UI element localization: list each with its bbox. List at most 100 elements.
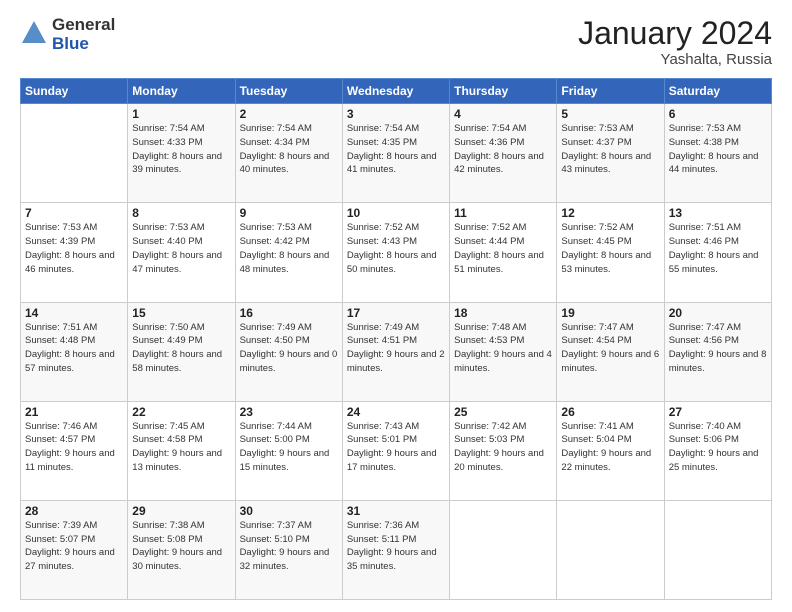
day-number: 26 (561, 405, 659, 419)
day-number: 15 (132, 306, 230, 320)
day-number: 1 (132, 107, 230, 121)
calendar-table: SundayMondayTuesdayWednesdayThursdayFrid… (20, 78, 772, 600)
day-cell: 7Sunrise: 7:53 AMSunset: 4:39 PMDaylight… (21, 203, 128, 302)
day-number: 27 (669, 405, 767, 419)
day-info: Sunrise: 7:54 AMSunset: 4:33 PMDaylight:… (132, 122, 230, 177)
week-row-3: 21Sunrise: 7:46 AMSunset: 4:57 PMDayligh… (21, 401, 772, 500)
weekday-header-saturday: Saturday (664, 79, 771, 104)
day-cell: 14Sunrise: 7:51 AMSunset: 4:48 PMDayligh… (21, 302, 128, 401)
day-cell: 10Sunrise: 7:52 AMSunset: 4:43 PMDayligh… (342, 203, 449, 302)
day-info: Sunrise: 7:50 AMSunset: 4:49 PMDaylight:… (132, 321, 230, 376)
week-row-0: 1Sunrise: 7:54 AMSunset: 4:33 PMDaylight… (21, 104, 772, 203)
day-info: Sunrise: 7:47 AMSunset: 4:54 PMDaylight:… (561, 321, 659, 376)
day-cell: 1Sunrise: 7:54 AMSunset: 4:33 PMDaylight… (128, 104, 235, 203)
day-number: 3 (347, 107, 445, 121)
day-number: 8 (132, 206, 230, 220)
day-number: 19 (561, 306, 659, 320)
day-cell: 6Sunrise: 7:53 AMSunset: 4:38 PMDaylight… (664, 104, 771, 203)
day-number: 28 (25, 504, 123, 518)
day-number: 18 (454, 306, 552, 320)
day-number: 25 (454, 405, 552, 419)
day-info: Sunrise: 7:51 AMSunset: 4:46 PMDaylight:… (669, 221, 767, 276)
day-cell: 28Sunrise: 7:39 AMSunset: 5:07 PMDayligh… (21, 500, 128, 599)
week-row-1: 7Sunrise: 7:53 AMSunset: 4:39 PMDaylight… (21, 203, 772, 302)
day-info: Sunrise: 7:36 AMSunset: 5:11 PMDaylight:… (347, 519, 445, 574)
day-info: Sunrise: 7:54 AMSunset: 4:36 PMDaylight:… (454, 122, 552, 177)
day-cell: 8Sunrise: 7:53 AMSunset: 4:40 PMDaylight… (128, 203, 235, 302)
day-number: 23 (240, 405, 338, 419)
day-cell: 13Sunrise: 7:51 AMSunset: 4:46 PMDayligh… (664, 203, 771, 302)
header: General Blue January 2024 Yashalta, Russ… (20, 16, 772, 68)
day-cell: 31Sunrise: 7:36 AMSunset: 5:11 PMDayligh… (342, 500, 449, 599)
day-number: 17 (347, 306, 445, 320)
day-cell: 19Sunrise: 7:47 AMSunset: 4:54 PMDayligh… (557, 302, 664, 401)
day-cell (21, 104, 128, 203)
title-month: January 2024 (578, 16, 772, 51)
logo-icon (20, 19, 48, 47)
day-info: Sunrise: 7:49 AMSunset: 4:51 PMDaylight:… (347, 321, 445, 376)
day-info: Sunrise: 7:52 AMSunset: 4:43 PMDaylight:… (347, 221, 445, 276)
day-cell: 3Sunrise: 7:54 AMSunset: 4:35 PMDaylight… (342, 104, 449, 203)
day-number: 20 (669, 306, 767, 320)
day-info: Sunrise: 7:53 AMSunset: 4:38 PMDaylight:… (669, 122, 767, 177)
title-block: January 2024 Yashalta, Russia (578, 16, 772, 68)
day-info: Sunrise: 7:38 AMSunset: 5:08 PMDaylight:… (132, 519, 230, 574)
day-cell: 20Sunrise: 7:47 AMSunset: 4:56 PMDayligh… (664, 302, 771, 401)
day-info: Sunrise: 7:47 AMSunset: 4:56 PMDaylight:… (669, 321, 767, 376)
day-number: 5 (561, 107, 659, 121)
week-row-4: 28Sunrise: 7:39 AMSunset: 5:07 PMDayligh… (21, 500, 772, 599)
day-info: Sunrise: 7:48 AMSunset: 4:53 PMDaylight:… (454, 321, 552, 376)
day-info: Sunrise: 7:54 AMSunset: 4:34 PMDaylight:… (240, 122, 338, 177)
day-cell: 17Sunrise: 7:49 AMSunset: 4:51 PMDayligh… (342, 302, 449, 401)
day-number: 21 (25, 405, 123, 419)
day-cell: 29Sunrise: 7:38 AMSunset: 5:08 PMDayligh… (128, 500, 235, 599)
page: General Blue January 2024 Yashalta, Russ… (0, 0, 792, 612)
weekday-row: SundayMondayTuesdayWednesdayThursdayFrid… (21, 79, 772, 104)
day-cell (557, 500, 664, 599)
day-info: Sunrise: 7:44 AMSunset: 5:00 PMDaylight:… (240, 420, 338, 475)
weekday-header-monday: Monday (128, 79, 235, 104)
week-row-2: 14Sunrise: 7:51 AMSunset: 4:48 PMDayligh… (21, 302, 772, 401)
day-info: Sunrise: 7:39 AMSunset: 5:07 PMDaylight:… (25, 519, 123, 574)
day-cell: 12Sunrise: 7:52 AMSunset: 4:45 PMDayligh… (557, 203, 664, 302)
day-info: Sunrise: 7:54 AMSunset: 4:35 PMDaylight:… (347, 122, 445, 177)
day-info: Sunrise: 7:52 AMSunset: 4:45 PMDaylight:… (561, 221, 659, 276)
day-info: Sunrise: 7:52 AMSunset: 4:44 PMDaylight:… (454, 221, 552, 276)
day-cell: 16Sunrise: 7:49 AMSunset: 4:50 PMDayligh… (235, 302, 342, 401)
day-number: 6 (669, 107, 767, 121)
day-cell: 23Sunrise: 7:44 AMSunset: 5:00 PMDayligh… (235, 401, 342, 500)
weekday-header-sunday: Sunday (21, 79, 128, 104)
day-cell: 21Sunrise: 7:46 AMSunset: 4:57 PMDayligh… (21, 401, 128, 500)
day-number: 9 (240, 206, 338, 220)
day-number: 29 (132, 504, 230, 518)
logo-blue: Blue (52, 35, 115, 54)
day-info: Sunrise: 7:43 AMSunset: 5:01 PMDaylight:… (347, 420, 445, 475)
day-info: Sunrise: 7:53 AMSunset: 4:37 PMDaylight:… (561, 122, 659, 177)
title-location: Yashalta, Russia (578, 51, 772, 68)
day-cell: 15Sunrise: 7:50 AMSunset: 4:49 PMDayligh… (128, 302, 235, 401)
day-cell: 24Sunrise: 7:43 AMSunset: 5:01 PMDayligh… (342, 401, 449, 500)
day-cell (664, 500, 771, 599)
day-cell: 27Sunrise: 7:40 AMSunset: 5:06 PMDayligh… (664, 401, 771, 500)
day-number: 11 (454, 206, 552, 220)
day-cell: 2Sunrise: 7:54 AMSunset: 4:34 PMDaylight… (235, 104, 342, 203)
day-cell: 4Sunrise: 7:54 AMSunset: 4:36 PMDaylight… (450, 104, 557, 203)
day-info: Sunrise: 7:53 AMSunset: 4:39 PMDaylight:… (25, 221, 123, 276)
day-number: 30 (240, 504, 338, 518)
weekday-header-wednesday: Wednesday (342, 79, 449, 104)
weekday-header-thursday: Thursday (450, 79, 557, 104)
day-number: 2 (240, 107, 338, 121)
day-number: 4 (454, 107, 552, 121)
day-cell: 30Sunrise: 7:37 AMSunset: 5:10 PMDayligh… (235, 500, 342, 599)
day-info: Sunrise: 7:53 AMSunset: 4:42 PMDaylight:… (240, 221, 338, 276)
day-number: 7 (25, 206, 123, 220)
day-number: 31 (347, 504, 445, 518)
day-info: Sunrise: 7:40 AMSunset: 5:06 PMDaylight:… (669, 420, 767, 475)
day-cell: 9Sunrise: 7:53 AMSunset: 4:42 PMDaylight… (235, 203, 342, 302)
day-cell: 26Sunrise: 7:41 AMSunset: 5:04 PMDayligh… (557, 401, 664, 500)
day-info: Sunrise: 7:45 AMSunset: 4:58 PMDaylight:… (132, 420, 230, 475)
day-info: Sunrise: 7:51 AMSunset: 4:48 PMDaylight:… (25, 321, 123, 376)
day-number: 24 (347, 405, 445, 419)
day-info: Sunrise: 7:53 AMSunset: 4:40 PMDaylight:… (132, 221, 230, 276)
day-info: Sunrise: 7:46 AMSunset: 4:57 PMDaylight:… (25, 420, 123, 475)
